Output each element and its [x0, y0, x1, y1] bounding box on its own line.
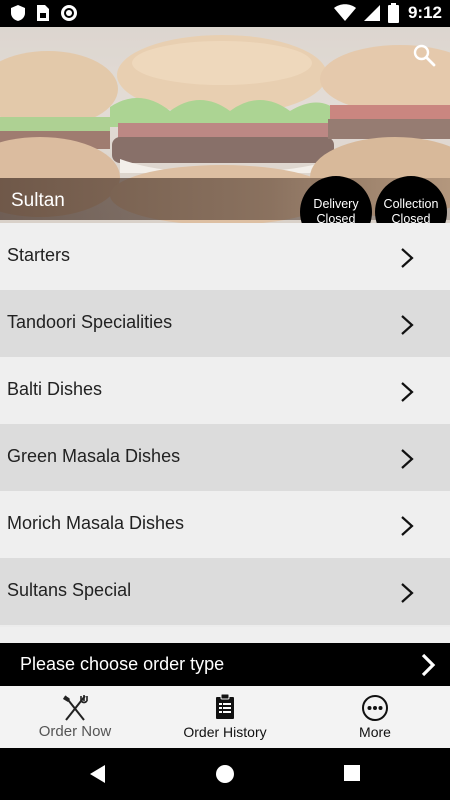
- tab-more-label: More: [359, 724, 391, 740]
- recents-icon[interactable]: [343, 764, 361, 782]
- fork-knife-icon: [63, 695, 88, 721]
- status-right-icons: 9:12: [333, 3, 442, 23]
- menu-category-label: Starters: [7, 245, 71, 265]
- battery-icon: [387, 3, 399, 23]
- restaurant-hero: Sultan Delivery Closed Collection Closed: [0, 27, 450, 223]
- menu-category-balti-dishes[interactable]: Balti Dishes: [0, 357, 450, 424]
- chevron-right-icon: [421, 653, 436, 677]
- home-icon[interactable]: [215, 764, 235, 784]
- menu-category-label: Sultans Special: [7, 580, 132, 600]
- status-time: 9:12: [407, 3, 442, 22]
- tab-order-history-label: Order History: [183, 724, 267, 740]
- menu-category-starters[interactable]: Starters: [0, 223, 450, 290]
- tab-more[interactable]: More: [300, 686, 450, 748]
- status-bar: 9:12: [0, 0, 450, 27]
- chevron-right-icon: [401, 449, 414, 469]
- more-dots-icon: [362, 695, 388, 721]
- menu-category-label: Balti Dishes: [7, 379, 103, 399]
- back-icon[interactable]: [88, 764, 108, 784]
- wifi-icon: [333, 4, 356, 21]
- status-left-icons: [10, 4, 78, 22]
- menu-category-green-masala-dishes[interactable]: Green Masala Dishes: [0, 424, 450, 491]
- menu-category-label: Morich Masala Dishes: [7, 513, 185, 533]
- order-type-label: Please choose order type: [20, 654, 225, 674]
- menu-list-end: [0, 627, 450, 643]
- sim-card-icon: [37, 5, 49, 21]
- chevron-right-icon: [401, 583, 414, 603]
- menu-category-label: Tandoori Specialities: [7, 312, 173, 332]
- menu-category-label: Green Masala Dishes: [7, 446, 181, 466]
- bottom-navigation: Order Now Order History More: [0, 686, 450, 748]
- chevron-right-icon: [401, 382, 414, 402]
- tab-order-now-label: Order Now: [38, 723, 112, 740]
- chevron-right-icon: [401, 516, 414, 536]
- delivery-status-line2: Closed: [316, 212, 356, 223]
- choose-order-type-button[interactable]: Please choose order type: [0, 643, 450, 686]
- chevron-right-icon: [401, 248, 414, 268]
- delivery-status-line1: Delivery: [313, 197, 359, 211]
- record-icon: [61, 5, 77, 21]
- system-navigation-bar: [0, 748, 450, 800]
- menu-category-morich-masala-dishes[interactable]: Morich Masala Dishes: [0, 491, 450, 558]
- chevron-right-icon: [401, 315, 414, 335]
- tab-order-history[interactable]: Order History: [150, 686, 300, 748]
- restaurant-name: Sultan: [11, 190, 65, 211]
- collection-status-line2: Closed: [391, 212, 431, 223]
- menu-category-sultans-special[interactable]: Sultans Special: [0, 558, 450, 625]
- signal-icon: [363, 5, 380, 21]
- tab-order-now[interactable]: Order Now: [0, 686, 150, 748]
- collection-status-line1: Collection: [383, 197, 439, 211]
- clipboard-icon: [216, 694, 234, 719]
- search-icon[interactable]: [412, 43, 436, 67]
- shield-icon: [11, 5, 25, 21]
- menu-category-tandoori-specialities[interactable]: Tandoori Specialities: [0, 290, 450, 357]
- menu-category-list: Starters Tandoori Specialities Balti Dis…: [0, 223, 450, 643]
